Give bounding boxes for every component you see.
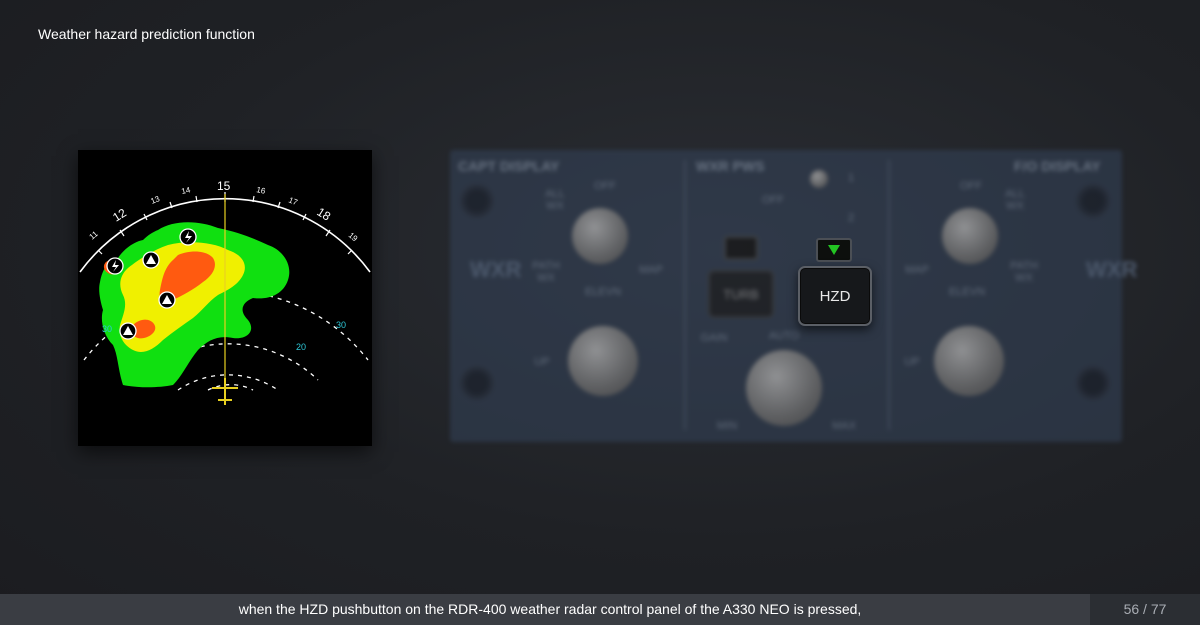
wxr-pws-label: WXR PWS xyxy=(696,158,765,174)
weather-radar-display: 11 12 13 14 15 16 17 18 19 30 30 20 xyxy=(78,150,372,446)
min-label: MIN xyxy=(716,420,738,432)
fo-display-label: F/O DISPLAY xyxy=(1014,158,1101,174)
hzd-annunciator xyxy=(816,238,852,262)
green-down-triangle-icon xyxy=(828,245,840,255)
capt-all-wx-label: ALL WX xyxy=(545,188,565,212)
turb-button[interactable]: TURB xyxy=(708,270,774,318)
screw-icon xyxy=(460,366,494,400)
range-label-left-outer: 30 xyxy=(102,324,112,334)
radar-image: 11 12 13 14 15 16 17 18 19 30 30 20 xyxy=(79,179,371,405)
capt-tilt-knob[interactable] xyxy=(568,326,638,396)
capt-wxr-side-label: WXR xyxy=(470,258,521,282)
max-label: MAX xyxy=(832,420,856,432)
turbulence-triangle-icon xyxy=(119,322,137,340)
fo-off-label: OFF xyxy=(960,180,982,192)
heading-label-12: 12 xyxy=(110,205,129,224)
capt-map-label: MAP xyxy=(639,264,663,276)
pws-1-label: 1 xyxy=(847,172,855,184)
heading-label-16: 16 xyxy=(256,185,267,196)
slide-title: Weather hazard prediction function xyxy=(38,26,255,42)
fo-all-wx-label: ALL WX xyxy=(1005,188,1025,212)
heading-label-11: 11 xyxy=(88,229,101,242)
gain-label: GAIN xyxy=(700,332,728,344)
fo-map-label: MAP xyxy=(905,264,929,276)
heading-label-13: 13 xyxy=(149,194,161,206)
pws-off-label: OFF xyxy=(762,194,784,206)
lightning-icon xyxy=(179,228,197,246)
heading-label-14: 14 xyxy=(181,185,192,196)
fo-tilt-knob[interactable] xyxy=(934,326,1004,396)
pws-2-label: 2 xyxy=(847,212,855,224)
weather-radar-control-panel: CAPT DISPLAY WXR PWS F/O DISPLAY WXR WXR… xyxy=(450,150,1137,442)
fo-elevn-label: ELEVN xyxy=(948,286,986,298)
fo-mode-knob[interactable] xyxy=(942,208,998,264)
capt-off-label: OFF xyxy=(594,180,616,192)
gain-knob[interactable] xyxy=(746,350,822,426)
page-counter: 56 / 77 xyxy=(1090,594,1200,625)
capt-up-label: UP xyxy=(534,356,550,368)
weather-returns xyxy=(99,222,290,388)
aircraft-symbol xyxy=(212,378,238,405)
pws-toggle-switch[interactable] xyxy=(810,170,828,188)
hzd-pushbutton[interactable]: HZD xyxy=(798,266,872,326)
heading-label-17: 17 xyxy=(287,196,299,208)
range-label-right-inner: 20 xyxy=(296,342,306,352)
screw-icon xyxy=(1076,366,1110,400)
auto-label: AUTO xyxy=(768,330,800,342)
caption-text: when the HZD pushbutton on the RDR-400 w… xyxy=(238,601,862,617)
screw-icon xyxy=(460,184,494,218)
capt-display-label: CAPT DISPLAY xyxy=(458,158,560,174)
heading-label-19: 19 xyxy=(347,231,360,244)
capt-elevn-label: ELEVN xyxy=(584,286,622,298)
heading-label-18: 18 xyxy=(314,205,333,224)
capt-mode-knob[interactable] xyxy=(572,208,628,264)
turb-annunciator xyxy=(724,236,758,260)
fo-up-label: UP xyxy=(904,356,920,368)
heading-label-15: 15 xyxy=(217,179,231,193)
lightning-icon xyxy=(106,257,124,275)
range-label-right-outer: 30 xyxy=(336,320,346,330)
caption-bar: when the HZD pushbutton on the RDR-400 w… xyxy=(0,594,1200,625)
turbulence-triangle-icon xyxy=(142,251,160,269)
fo-wxr-side-label: WXR xyxy=(1086,258,1137,282)
turbulence-triangle-icon xyxy=(158,291,176,309)
fo-path-wx-label: PATH WX xyxy=(1010,260,1038,284)
capt-path-wx-label: PATH WX xyxy=(532,260,560,284)
screw-icon xyxy=(1076,184,1110,218)
